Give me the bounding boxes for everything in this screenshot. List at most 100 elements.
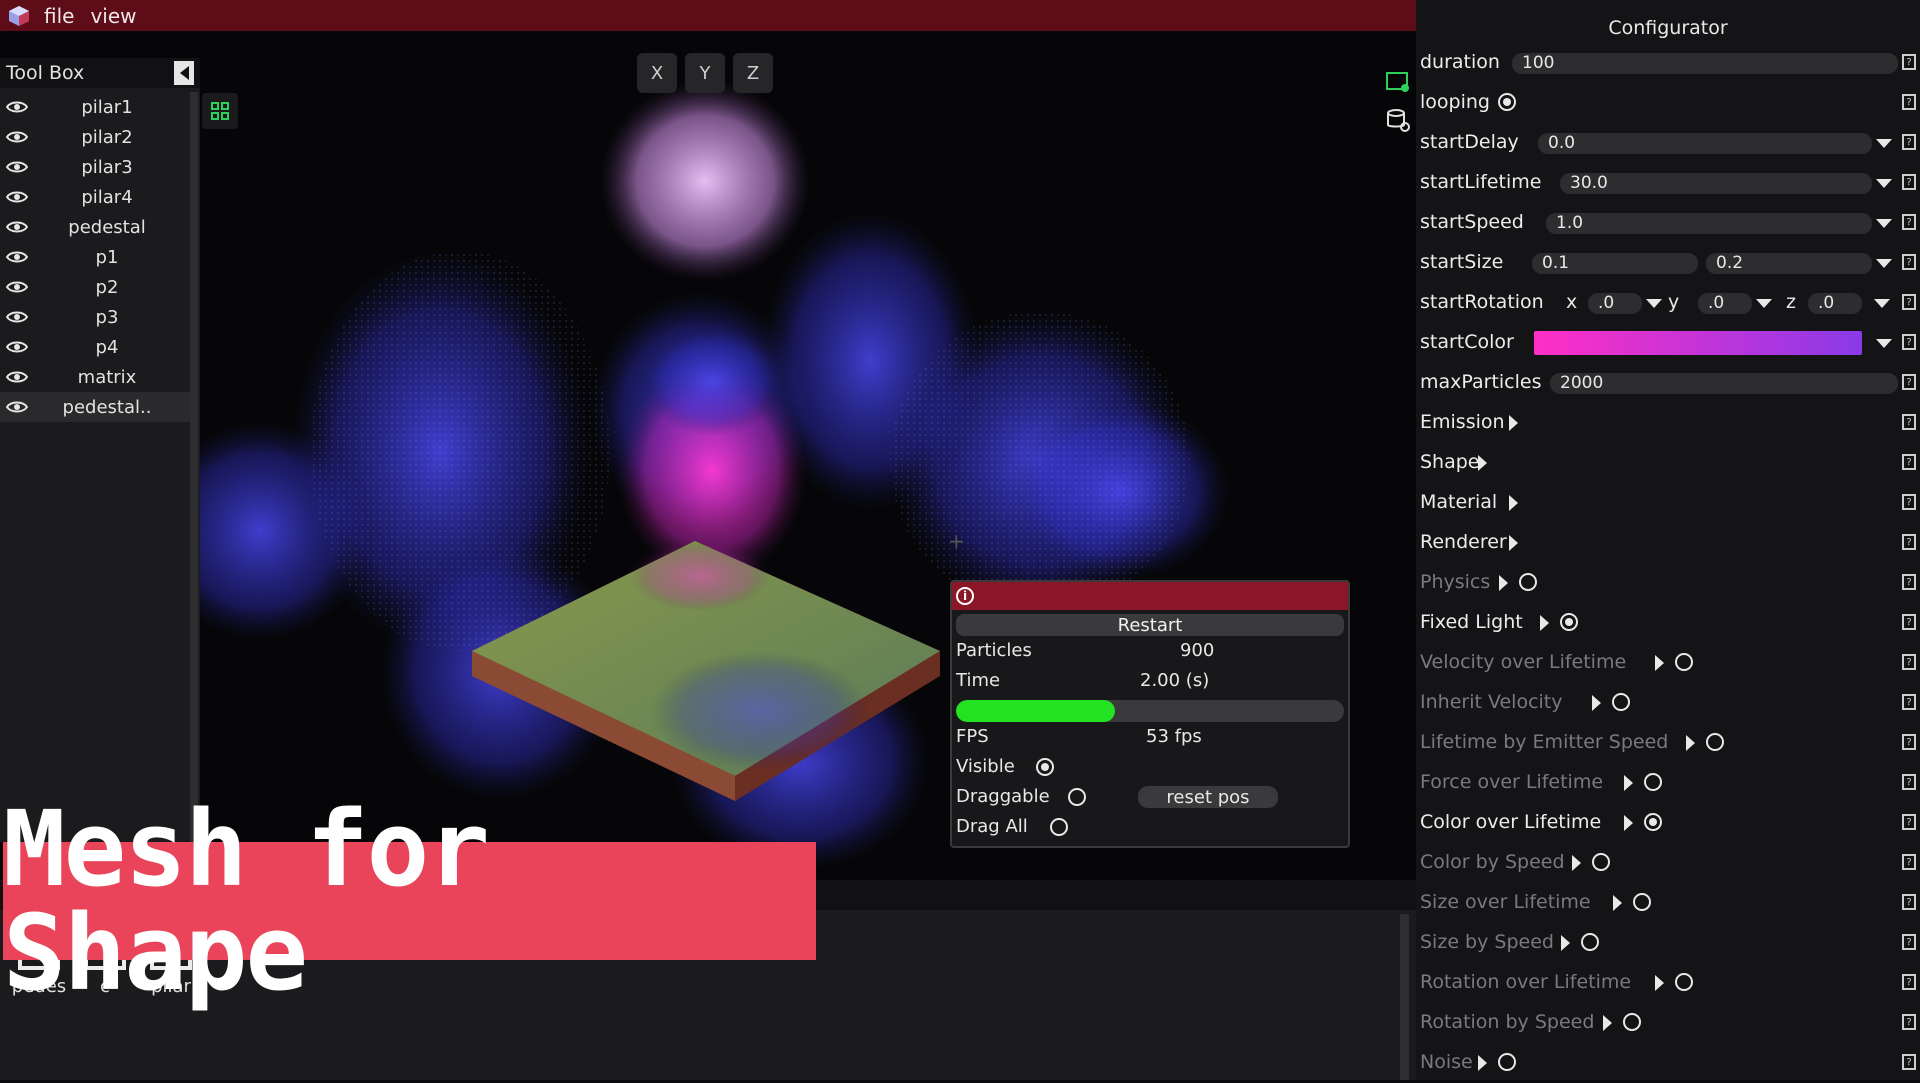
tool-box-item[interactable]: p4 — [0, 332, 190, 362]
dropdown-arrow-icon[interactable] — [1646, 299, 1662, 308]
help-icon[interactable]: ? — [1902, 974, 1916, 990]
module-toggle-radio[interactable] — [1633, 893, 1651, 911]
axis-x-button[interactable]: X — [637, 53, 677, 93]
module-row[interactable]: Shape? — [1416, 443, 1920, 483]
dropdown-arrow-icon[interactable] — [1876, 339, 1892, 348]
module-toggle-radio[interactable] — [1581, 933, 1599, 951]
rotation-x-field[interactable]: .0 — [1588, 293, 1642, 314]
module-row[interactable]: Rotation by Speed? — [1416, 1003, 1920, 1043]
tool-box-item[interactable]: pedestal.. — [0, 392, 190, 422]
help-icon[interactable]: ? — [1902, 694, 1916, 710]
module-row[interactable]: Noise? — [1416, 1043, 1920, 1083]
info-icon[interactable]: i — [956, 587, 974, 605]
module-toggle-radio[interactable] — [1612, 693, 1630, 711]
info-window-titlebar[interactable]: i — [952, 582, 1348, 610]
reset-pos-button[interactable]: reset pos — [1138, 786, 1278, 808]
tool-box-item[interactable]: pedestal — [0, 212, 190, 242]
help-icon[interactable]: ? — [1902, 534, 1916, 550]
visible-radio[interactable] — [1036, 758, 1054, 776]
module-toggle-radio[interactable] — [1560, 613, 1578, 631]
dropdown-arrow-icon[interactable] — [1876, 179, 1892, 188]
module-row[interactable]: Color over Lifetime? — [1416, 803, 1920, 843]
help-icon[interactable]: ? — [1902, 134, 1916, 150]
help-icon[interactable]: ? — [1902, 1054, 1916, 1070]
screen-icon[interactable] — [1385, 69, 1411, 95]
module-row[interactable]: Renderer? — [1416, 523, 1920, 563]
draggable-radio[interactable] — [1068, 788, 1086, 806]
help-icon[interactable]: ? — [1902, 814, 1916, 830]
module-toggle-radio[interactable] — [1644, 813, 1662, 831]
expand-arrow-icon[interactable] — [1509, 535, 1518, 551]
module-row[interactable]: Fixed Light? — [1416, 603, 1920, 643]
expand-arrow-icon[interactable] — [1624, 815, 1633, 831]
tool-box-item[interactable]: p3 — [0, 302, 190, 332]
help-icon[interactable]: ? — [1902, 494, 1916, 510]
module-row[interactable]: Size over Lifetime? — [1416, 883, 1920, 923]
database-settings-icon[interactable] — [1385, 107, 1411, 133]
rotation-z-field[interactable]: .0 — [1808, 293, 1862, 314]
help-icon[interactable]: ? — [1902, 454, 1916, 470]
expand-arrow-icon[interactable] — [1572, 855, 1581, 871]
expand-arrow-icon[interactable] — [1603, 1015, 1612, 1031]
collapse-button[interactable] — [174, 61, 194, 85]
start-size-min-field[interactable]: 0.1 — [1532, 253, 1698, 274]
help-icon[interactable]: ? — [1902, 254, 1916, 270]
help-icon[interactable]: ? — [1902, 94, 1916, 110]
tool-box-item[interactable]: pilar2 — [0, 122, 190, 152]
start-size-max-field[interactable]: 0.2 — [1706, 253, 1872, 274]
expand-arrow-icon[interactable] — [1613, 895, 1622, 911]
start-speed-field[interactable]: 1.0 — [1546, 213, 1872, 234]
rotation-y-field[interactable]: .0 — [1698, 293, 1752, 314]
axis-y-button[interactable]: Y — [685, 53, 725, 93]
help-icon[interactable]: ? — [1902, 294, 1916, 310]
restart-button[interactable]: Restart — [956, 614, 1344, 636]
grid-toggle-button[interactable] — [202, 93, 238, 129]
expand-arrow-icon[interactable] — [1624, 775, 1633, 791]
module-row[interactable]: Rotation over Lifetime? — [1416, 963, 1920, 1003]
expand-arrow-icon[interactable] — [1478, 455, 1487, 471]
tool-box-scrollbar[interactable] — [190, 92, 198, 842]
module-row[interactable]: Material? — [1416, 483, 1920, 523]
module-toggle-radio[interactable] — [1498, 1053, 1516, 1071]
expand-arrow-icon[interactable] — [1686, 735, 1695, 751]
help-icon[interactable]: ? — [1902, 934, 1916, 950]
module-toggle-radio[interactable] — [1675, 653, 1693, 671]
module-row[interactable]: Inherit Velocity? — [1416, 683, 1920, 723]
tool-box-item[interactable]: pilar1 — [0, 92, 190, 122]
tool-box-item[interactable]: p2 — [0, 272, 190, 302]
dropdown-arrow-icon[interactable] — [1876, 219, 1892, 228]
help-icon[interactable]: ? — [1902, 614, 1916, 630]
help-icon[interactable]: ? — [1902, 854, 1916, 870]
expand-arrow-icon[interactable] — [1499, 575, 1508, 591]
start-color-gradient[interactable] — [1534, 331, 1862, 355]
help-icon[interactable]: ? — [1902, 734, 1916, 750]
module-row[interactable]: Force over Lifetime? — [1416, 763, 1920, 803]
assets-scrollbar[interactable] — [1400, 914, 1409, 1080]
help-icon[interactable]: ? — [1902, 54, 1916, 70]
expand-arrow-icon[interactable] — [1540, 615, 1549, 631]
menu-file[interactable]: file — [44, 4, 74, 28]
dropdown-arrow-icon[interactable] — [1874, 299, 1890, 308]
module-row[interactable]: Color by Speed? — [1416, 843, 1920, 883]
module-row[interactable]: Size by Speed? — [1416, 923, 1920, 963]
help-icon[interactable]: ? — [1902, 174, 1916, 190]
expand-arrow-icon[interactable] — [1478, 1055, 1487, 1071]
module-row[interactable]: Velocity over Lifetime? — [1416, 643, 1920, 683]
module-row[interactable]: Physics? — [1416, 563, 1920, 603]
dropdown-arrow-icon[interactable] — [1756, 299, 1772, 308]
dropdown-arrow-icon[interactable] — [1876, 259, 1892, 268]
tool-box-item[interactable]: matrix — [0, 362, 190, 392]
menu-view[interactable]: view — [90, 4, 136, 28]
tool-box-item[interactable]: pilar3 — [0, 152, 190, 182]
expand-arrow-icon[interactable] — [1509, 415, 1518, 431]
help-icon[interactable]: ? — [1902, 1014, 1916, 1030]
module-toggle-radio[interactable] — [1623, 1013, 1641, 1031]
start-lifetime-field[interactable]: 30.0 — [1560, 173, 1872, 194]
module-row[interactable]: Emission? — [1416, 403, 1920, 443]
axis-z-button[interactable]: Z — [733, 53, 773, 93]
particle-info-window[interactable]: i Restart Particles 900 Time 2.00 (s) FP… — [950, 580, 1350, 848]
module-toggle-radio[interactable] — [1592, 853, 1610, 871]
help-icon[interactable]: ? — [1902, 574, 1916, 590]
tool-box-item[interactable]: p1 — [0, 242, 190, 272]
tool-box-item[interactable]: pilar4 — [0, 182, 190, 212]
